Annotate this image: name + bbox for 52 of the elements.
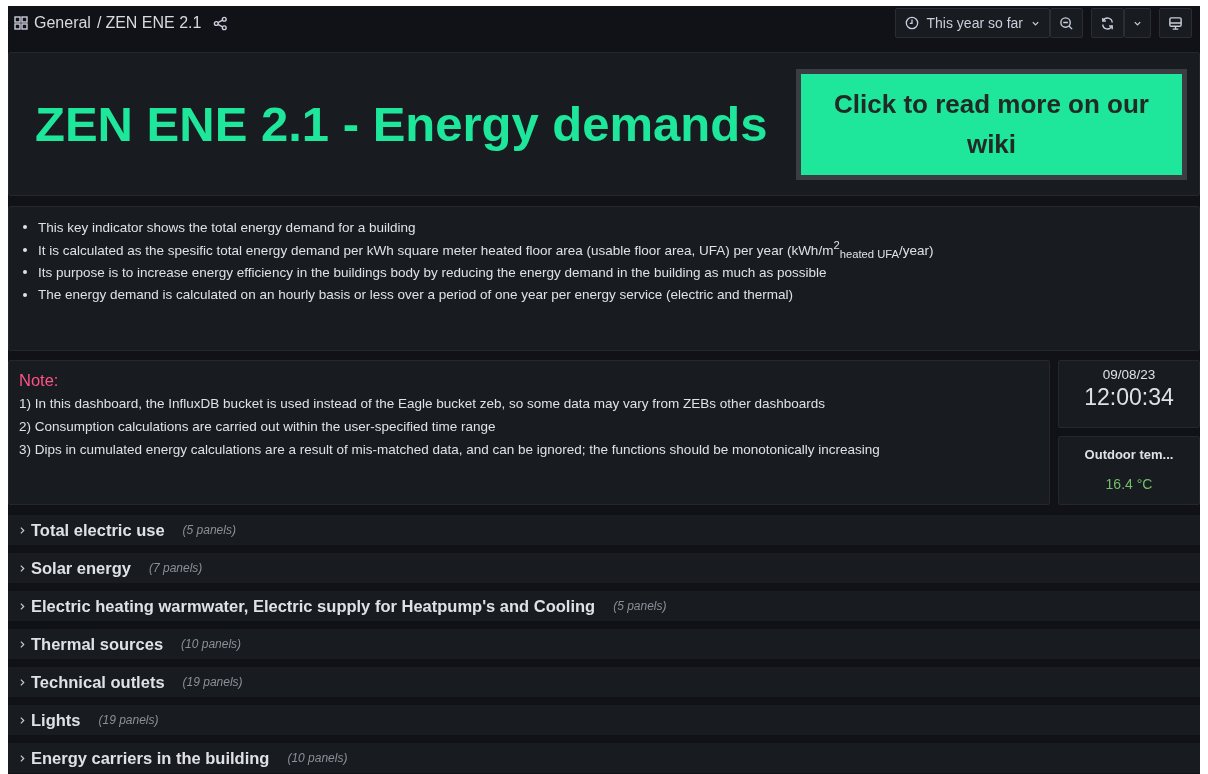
row-title: Electric heating warmwater, Electric supply for Heatpump's and Cooling: [31, 596, 596, 616]
panel-count: (5 panels): [182, 523, 236, 537]
collapsible-row[interactable]: Lights (19 panels): [8, 705, 1200, 735]
row-title: Total electric use: [31, 520, 165, 540]
breadcrumb-folder[interactable]: General: [34, 14, 91, 32]
clock-date: 09/08/23: [1101, 367, 1157, 382]
description-text: Its purpose is to increase energy efficiency in the buildings body by reducing the energy demand in the building as much as possible: [38, 264, 827, 280]
breadcrumb-separator: /: [96, 14, 102, 32]
bullet-icon: [23, 247, 27, 252]
bullet-icon: [23, 292, 27, 297]
zoom-out-icon: [1059, 15, 1074, 31]
temperature-value: 16.4 °C: [1104, 476, 1154, 492]
time-range-picker[interactable]: This year so far: [894, 8, 1050, 38]
panel-count: (10 panels): [181, 637, 242, 651]
row-title: Energy carriers in the building: [31, 748, 270, 768]
panel-count: (10 panels): [287, 751, 348, 765]
collapsible-row[interactable]: Electric heating warmwater, Electric supply for Heatpump's and Cooling (5 panels): [8, 591, 1200, 621]
note-text: 2) Consumption calculations are carried out within the user-specified time range: [19, 419, 497, 436]
wiki-link-button[interactable]: Click to read more on our wiki: [801, 73, 1182, 175]
dashboard-heading: ZEN ENE 2.1 - Energy demands: [35, 96, 768, 152]
clock-time: 12:00:34: [1083, 384, 1175, 411]
description-text: The energy demand is calculated on an hourly basis or less over a period of one year per energy service (electric and thermal): [38, 287, 793, 303]
collapsible-row[interactable]: Technical outlets (19 panels): [8, 667, 1200, 697]
dashboard-title[interactable]: ZEN ENE 2.1: [105, 14, 202, 32]
clock-icon: [904, 16, 919, 30]
bullet-icon: [23, 270, 27, 275]
panel-count: (19 panels): [98, 713, 159, 727]
collapsible-row[interactable]: Solar energy (7 panels): [8, 553, 1200, 583]
collapsible-row[interactable]: Total electric use (5 panels): [8, 515, 1200, 545]
grid-icon: [14, 16, 28, 30]
refresh-icon: [1100, 15, 1115, 31]
share-icon[interactable]: [213, 15, 229, 31]
bullet-icon: [23, 225, 27, 230]
collapsible-row[interactable]: Energy carriers in the building (10 panels): [8, 743, 1200, 773]
description-text: It is calculated as the spesific total energy demand per kWh square meter heated floor area (usable floor area, UFA) per year (kWh/m$^{2}$$_{heated UFA}$/year): [38, 239, 934, 261]
note-title: Note:: [19, 371, 60, 390]
collapsible-row[interactable]: Thermal sources (10 panels): [8, 629, 1200, 659]
note-text: 1) In this dashboard, the InfluxDB bucket is used instead of the Eagle bucket zeb, so some data may vary from ZEBs other dashboards: [19, 396, 826, 413]
panel-count: (5 panels): [613, 599, 667, 613]
row-title: Thermal sources: [31, 634, 164, 654]
tv-mode-button[interactable]: [1159, 8, 1192, 38]
row-title: Solar energy: [31, 558, 131, 578]
row-title: Technical outlets: [31, 672, 165, 692]
panel-title: Outdoor tem...: [1083, 447, 1175, 462]
refresh-button[interactable]: [1091, 8, 1124, 38]
row-title: Lights: [31, 710, 81, 730]
panel-count: (19 panels): [182, 675, 243, 689]
panel-count: (7 panels): [148, 561, 203, 575]
monitor-icon: [1168, 15, 1183, 31]
note-text: 3) Dips in cumulated energy calculations are a result of mis-matched data, and can be ignored; the functions should be monotonically increasing: [19, 442, 881, 459]
description-text: This key indicator shows the total energy demand for a building: [38, 219, 416, 235]
zoom-out-button[interactable]: [1050, 8, 1083, 38]
